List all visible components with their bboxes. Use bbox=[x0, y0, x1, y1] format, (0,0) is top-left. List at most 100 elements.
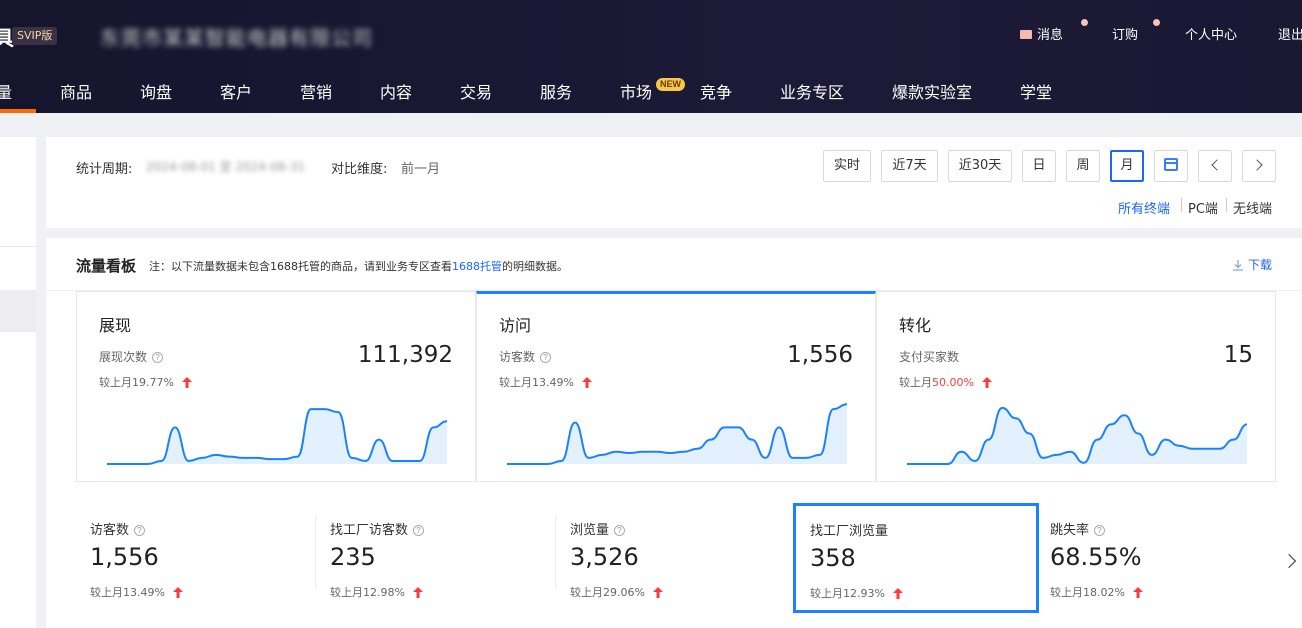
metric-label: 支付买家数 bbox=[899, 350, 960, 364]
visits-card[interactable]: 访问 访客数? 1,556 较上月13.49% bbox=[476, 291, 876, 482]
logout-link[interactable]: 退出 bbox=[1278, 24, 1302, 43]
nav-item-marketing[interactable]: 营销 bbox=[300, 79, 332, 103]
arrow-up-icon bbox=[982, 377, 993, 388]
arrow-up-icon bbox=[173, 587, 184, 598]
terminal-pc[interactable]: PC端 bbox=[1188, 198, 1218, 217]
terminal-mobile[interactable]: 无线端 bbox=[1233, 198, 1272, 217]
period-range: 2024-08-01 至 2024-08-31 bbox=[146, 160, 306, 174]
metric-label: 跳失率? bbox=[1050, 519, 1106, 538]
metric-factory-page-views[interactable]: 找工厂浏览量 358 较上月12.93% bbox=[793, 503, 1039, 613]
next-period-button[interactable] bbox=[1242, 150, 1276, 182]
traffic-dashboard: 流量看板 注：以下流量数据未包含1688托管的商品，请到业务专区查看1688托管… bbox=[46, 238, 1302, 628]
metric-label: 访客数? bbox=[90, 519, 146, 538]
period-label: 统计周期: bbox=[76, 162, 133, 177]
nav-item-inquiries[interactable]: 询盘 bbox=[140, 79, 172, 103]
main-nav: 量 商品 询盘 客户 营销 内容 交易 服务 市场 NEW 竞争 业务专区 爆款… bbox=[0, 65, 1302, 113]
metric-value: 3,526 bbox=[570, 543, 639, 571]
metric-label: 找工厂浏览量 bbox=[810, 524, 889, 539]
nav-item-service[interactable]: 服务 bbox=[540, 79, 572, 103]
terminal-all[interactable]: 所有终端 bbox=[1118, 198, 1170, 217]
day-button[interactable]: 日 bbox=[1022, 150, 1056, 182]
terminal-divider bbox=[1226, 198, 1227, 212]
nav-item-hot-lab[interactable]: 爆款实验室 bbox=[892, 79, 972, 103]
nav-item-business-zone[interactable]: 业务专区 bbox=[780, 79, 844, 103]
period-panel: 统计周期: 2024-08-01 至 2024-08-31 对比维度: 前一月 … bbox=[46, 137, 1302, 228]
nav-active-indicator bbox=[0, 109, 36, 113]
orders-link[interactable]: 订购 bbox=[1112, 24, 1138, 43]
help-icon[interactable]: ? bbox=[413, 525, 425, 536]
card-title: 访问 bbox=[499, 316, 532, 335]
chevron-right-icon[interactable] bbox=[1281, 553, 1297, 569]
arrow-up-icon bbox=[653, 587, 664, 598]
dashboard-note: 注：以下流量数据未包含1688托管的商品，请到业务专区查看1688托管的明细数据… bbox=[149, 260, 568, 273]
help-icon[interactable]: ? bbox=[152, 352, 164, 363]
messages-link[interactable]: 消息 bbox=[1020, 24, 1063, 43]
metric-label: 访客数? bbox=[499, 348, 552, 365]
conversion-card[interactable]: 转化 支付买家数 15 较上月50.00% bbox=[876, 291, 1276, 482]
help-icon[interactable]: ? bbox=[614, 525, 626, 536]
nav-item-competition[interactable]: 竞争 bbox=[700, 79, 732, 103]
previous-period-button[interactable] bbox=[1198, 150, 1232, 182]
help-icon[interactable]: ? bbox=[134, 525, 146, 536]
realtime-button[interactable]: 实时 bbox=[823, 150, 871, 182]
chevron-left-icon bbox=[1211, 159, 1223, 171]
nav-item-content[interactable]: 内容 bbox=[380, 79, 412, 103]
nav-item-academy[interactable]: 学堂 bbox=[1020, 79, 1052, 103]
chevron-right-icon bbox=[1251, 159, 1263, 171]
metric-bounce-rate[interactable]: 跳失率? 68.55% 较上月18.02% bbox=[1036, 503, 1266, 613]
help-icon[interactable]: ? bbox=[540, 352, 552, 363]
metric-value: 1,556 bbox=[787, 342, 853, 368]
compare-text: 较上月18.02% bbox=[1050, 584, 1144, 600]
calendar-button[interactable] bbox=[1154, 150, 1188, 182]
card-title: 展现 bbox=[99, 316, 132, 335]
metric-value: 15 bbox=[1223, 342, 1253, 368]
metric-label: 找工厂访客数? bbox=[330, 519, 425, 538]
compare-text: 较上月12.93% bbox=[810, 585, 904, 601]
calendar-icon bbox=[1164, 158, 1178, 171]
compare-text: 较上月29.06% bbox=[570, 584, 664, 600]
impressions-card[interactable]: 展现 展现次数? 111,392 较上月19.77% bbox=[76, 291, 476, 482]
messages-notification-dot bbox=[1081, 19, 1088, 26]
sidebar-item-selected[interactable] bbox=[0, 290, 36, 332]
nav-item-trade[interactable]: 交易 bbox=[460, 79, 492, 103]
last-30-days-button[interactable]: 近30天 bbox=[948, 150, 1012, 182]
conversion-sparkline bbox=[907, 406, 1247, 465]
sparkline-line bbox=[107, 408, 447, 465]
week-button[interactable]: 周 bbox=[1066, 150, 1100, 182]
compare-text: 较上月50.00% bbox=[899, 374, 993, 390]
nav-item-market[interactable]: 市场 bbox=[620, 79, 652, 103]
svip-badge: SVIP版 bbox=[12, 27, 58, 45]
compare-text: 较上月13.49% bbox=[499, 374, 593, 390]
metric-label: 展现次数? bbox=[99, 348, 164, 365]
metric-value: 68.55% bbox=[1050, 543, 1142, 571]
hosted-products-link[interactable]: 1688托管 bbox=[452, 260, 502, 273]
nav-item-products[interactable]: 商品 bbox=[60, 79, 92, 103]
download-button[interactable]: 下载 bbox=[1232, 256, 1272, 273]
nav-item-customers[interactable]: 客户 bbox=[220, 79, 252, 103]
metric-value: 358 bbox=[810, 544, 856, 572]
visits-sparkline bbox=[507, 403, 847, 465]
metric-page-views[interactable]: 浏览量? 3,526 较上月29.06% bbox=[556, 503, 786, 613]
compare-text: 较上月12.98% bbox=[330, 584, 424, 600]
arrow-up-icon bbox=[582, 377, 593, 388]
sparkline-area bbox=[107, 409, 447, 464]
card-title: 转化 bbox=[899, 316, 932, 335]
compare-text: 较上月13.49% bbox=[90, 584, 184, 600]
help-icon[interactable]: ? bbox=[1094, 525, 1106, 536]
personal-center-link[interactable]: 个人中心 bbox=[1185, 24, 1237, 43]
mail-icon bbox=[1020, 30, 1032, 39]
metric-visitors[interactable]: 访客数? 1,556 较上月13.49% bbox=[76, 503, 306, 613]
company-name: 东莞市某某智能电器有限公司 bbox=[100, 26, 373, 50]
last-7-days-button[interactable]: 近7天 bbox=[881, 150, 938, 182]
metric-label: 浏览量? bbox=[570, 519, 626, 538]
nav-item-traffic[interactable]: 量 bbox=[0, 79, 12, 103]
sidebar-divider bbox=[0, 246, 36, 247]
metric-factory-visitors[interactable]: 找工厂访客数? 235 较上月12.98% bbox=[316, 503, 546, 613]
compare-label: 对比维度: bbox=[331, 162, 388, 177]
dashboard-title: 流量看板 bbox=[76, 257, 137, 275]
metric-value: 1,556 bbox=[90, 543, 159, 571]
top-header: 具 SVIP版 东莞市某某智能电器有限公司 消息 订购 个人中心 退出 量 商品… bbox=[0, 0, 1302, 113]
month-button[interactable]: 月 bbox=[1110, 150, 1144, 182]
sparkline-area bbox=[507, 404, 847, 464]
compare-value: 前一月 bbox=[401, 162, 441, 177]
